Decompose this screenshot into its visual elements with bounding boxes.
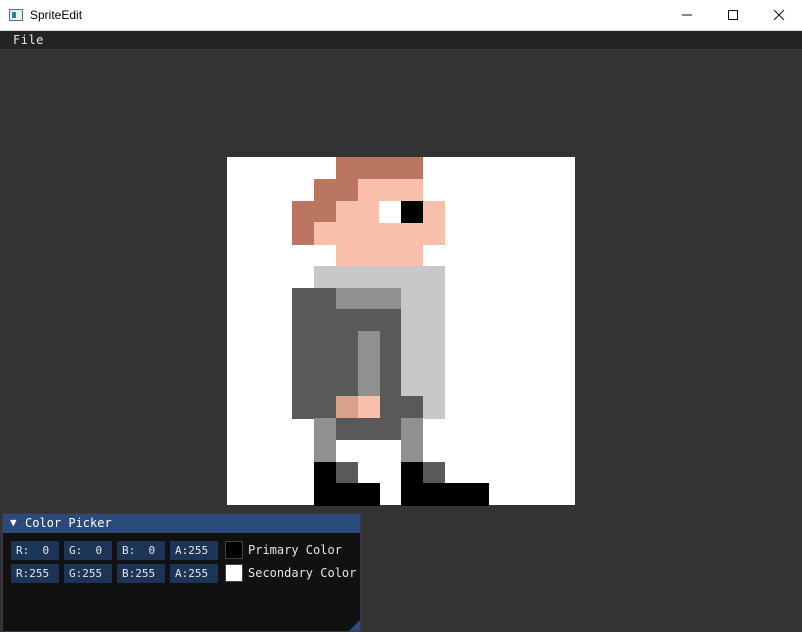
- sprite-pixel: [422, 483, 489, 506]
- sprite-pixel: [379, 200, 402, 223]
- sprite-pixel: [314, 222, 337, 245]
- secondary-g-field[interactable]: G:255: [64, 564, 112, 583]
- sprite-pixel: [422, 461, 445, 484]
- primary-r-field[interactable]: R: 0: [11, 541, 59, 560]
- sprite-pixel: [292, 287, 337, 419]
- window-title: SpriteEdit: [30, 8, 83, 22]
- secondary-b-field[interactable]: B:255: [117, 564, 165, 583]
- sprite-pixel: [314, 265, 445, 288]
- primary-b-field[interactable]: B: 0: [117, 541, 165, 560]
- sprite-pixel: [335, 244, 424, 267]
- color-picker-panel: ▼ Color Picker R: 0 G: 0 B: 0 A:255 Prim…: [2, 513, 361, 632]
- color-picker-title: Color Picker: [25, 516, 112, 530]
- primary-a-field[interactable]: A:255: [170, 541, 218, 560]
- sprite-pixel: [314, 178, 358, 201]
- window-title-bar[interactable]: SpriteEdit: [0, 0, 802, 31]
- sprite-pixel: [335, 396, 358, 419]
- sprite-pixel: [314, 418, 337, 462]
- sprite-pixel: [401, 461, 424, 506]
- secondary-color-label: Secondary Color: [248, 566, 357, 580]
- sprite-pixel: [357, 331, 380, 397]
- sprite-pixel: [401, 200, 424, 223]
- collapse-arrow-icon[interactable]: ▼: [10, 516, 17, 529]
- primary-g-field[interactable]: G: 0: [64, 541, 112, 560]
- secondary-color-swatch[interactable]: [225, 564, 243, 582]
- menu-bar: File: [0, 31, 802, 50]
- secondary-r-field[interactable]: R:255: [11, 564, 59, 583]
- app-icon: [9, 9, 23, 21]
- sprite-canvas[interactable]: [227, 157, 575, 506]
- sprite-pixel: [357, 396, 380, 419]
- sprite-pixel: [357, 178, 424, 201]
- sprite-pixel: [401, 418, 424, 462]
- sprite-pixel: [422, 287, 445, 419]
- minimize-icon: [682, 14, 692, 16]
- primary-color-swatch[interactable]: [225, 541, 243, 559]
- secondary-a-field[interactable]: A:255: [170, 564, 218, 583]
- maximize-icon: [728, 10, 738, 20]
- menu-file[interactable]: File: [13, 33, 44, 47]
- sprite-pixel: [314, 461, 337, 506]
- sprite-pixel: [401, 287, 424, 397]
- close-button[interactable]: [756, 0, 802, 30]
- maximize-button[interactable]: [710, 0, 756, 30]
- close-icon: [773, 9, 785, 21]
- sprite-pixel: [335, 483, 380, 506]
- sprite-pixel: [401, 396, 424, 419]
- sprite-pixel: [292, 222, 315, 245]
- minimize-button[interactable]: [664, 0, 710, 30]
- color-picker-header[interactable]: ▼ Color Picker: [3, 514, 360, 533]
- sprite-pixel: [335, 157, 424, 180]
- sprite-pixel: [335, 461, 358, 484]
- resize-grip[interactable]: [349, 620, 360, 631]
- primary-color-label: Primary Color: [248, 543, 342, 557]
